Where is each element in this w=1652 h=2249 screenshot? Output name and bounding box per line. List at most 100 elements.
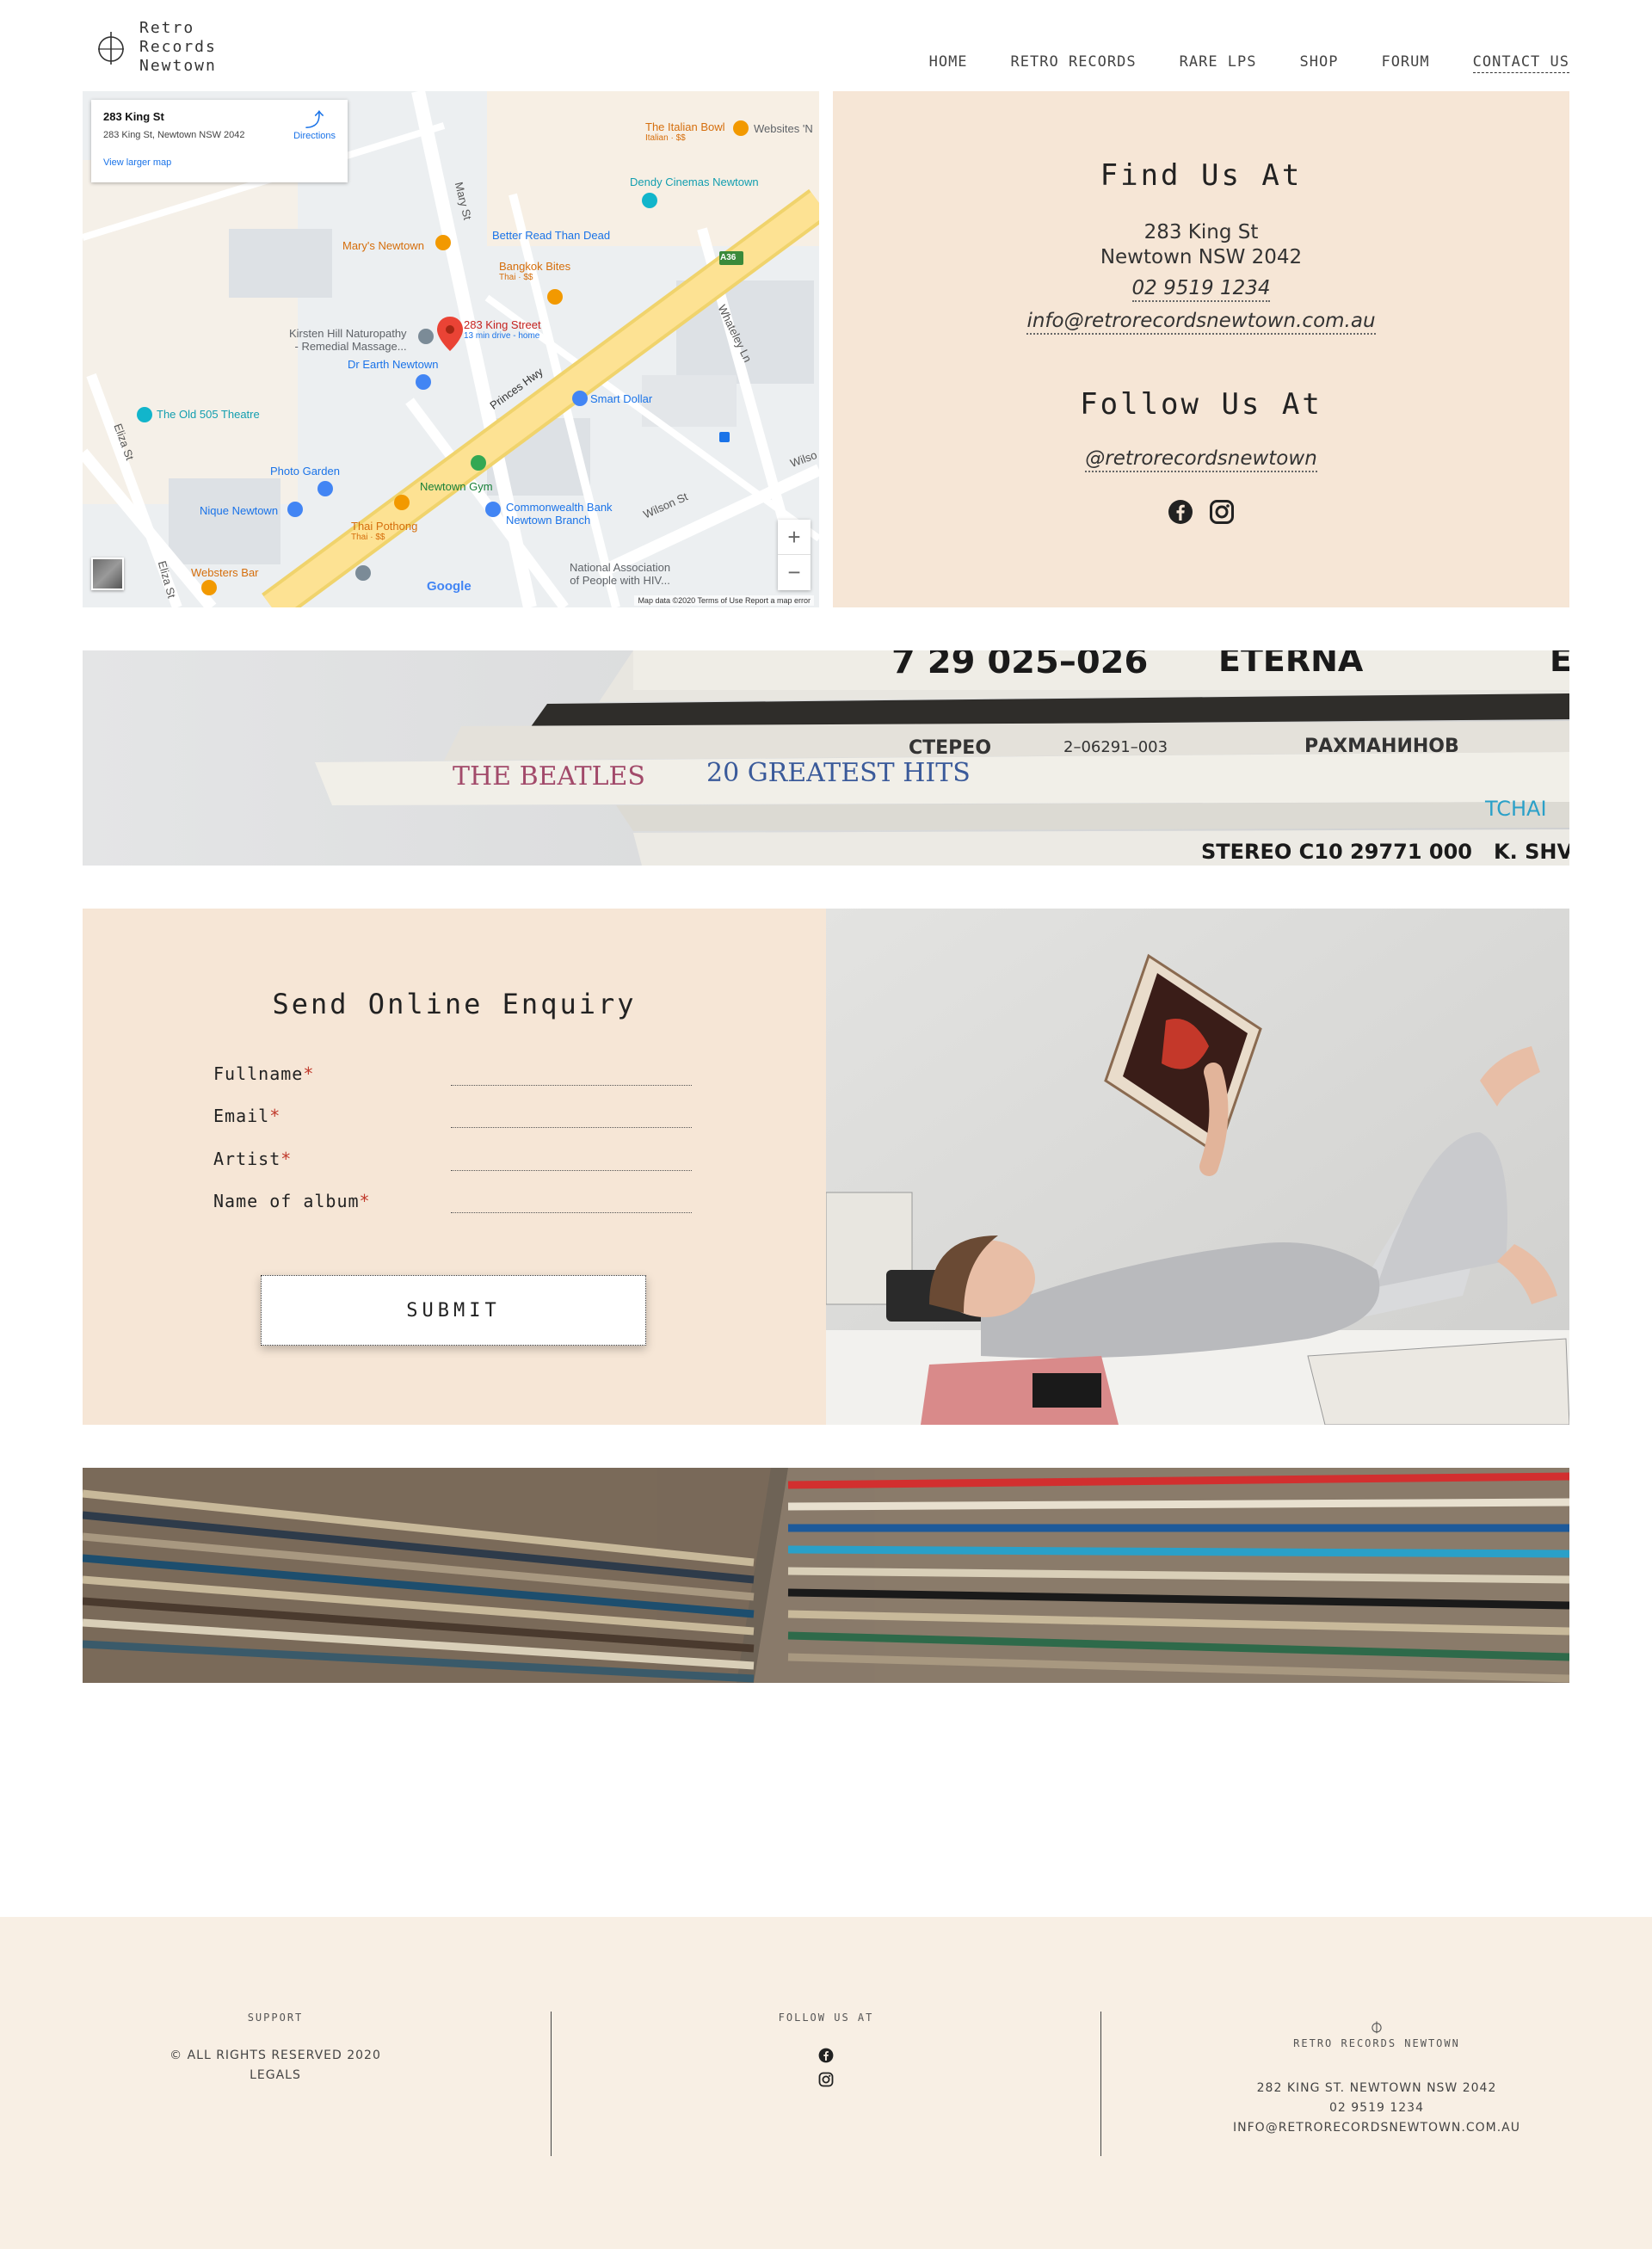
album-input[interactable] [451, 1186, 692, 1213]
map-attribution[interactable]: Map data ©2020 Terms of Use Report a map… [634, 595, 814, 606]
poi-cba[interactable]: Commonwealth Bank Newtown Branch [506, 501, 613, 527]
google-logo: Google [427, 579, 472, 594]
album-label: Name of album* [213, 1191, 371, 1211]
spine-catalog-number: 7 29 025–026 [891, 650, 1148, 681]
facebook-icon[interactable] [1168, 499, 1193, 525]
enquiry-heading: Send Online Enquiry [272, 988, 637, 1020]
poi-napwha-label-2: of People with HIV... [570, 574, 670, 587]
address-line-1: 283 King St [1143, 221, 1259, 243]
poi-kirsten[interactable]: Kirsten Hill Naturopathy - Remedial Mass… [289, 327, 407, 353]
follow-us-heading: Follow Us At [1080, 387, 1322, 422]
spine-tchai: TCHAI [1484, 797, 1547, 821]
google-logo-text: Google [427, 579, 472, 594]
logo-line-2: Records [139, 38, 217, 56]
fullname-field: Fullname* [213, 1055, 695, 1089]
poi-italian-bowl[interactable]: The Italian Bowl Italian · $$ [645, 120, 725, 143]
footer-legals-link[interactable]: LEGALS [0, 2066, 551, 2086]
main-nav: HOME RETRO RECORDS RARE LPS SHOP FORUM C… [929, 53, 1569, 73]
find-us-address: 283 King St Newtown NSW 2042 [833, 220, 1569, 270]
nav-contact-us[interactable]: CONTACT US [1472, 53, 1569, 73]
poi-bangkok-label: Bangkok Bites [499, 260, 571, 273]
submit-button[interactable]: SUBMIT [261, 1275, 646, 1346]
directions-button[interactable]: ⤴ Directions [293, 109, 336, 142]
poi-newtown-gym[interactable]: Newtown Gym [420, 480, 493, 493]
zoom-out-button[interactable]: − [778, 555, 811, 590]
required-marker: * [303, 1063, 315, 1084]
enquiry-form: Send Online Enquiry Fullname* Email* Art… [83, 909, 826, 1425]
spine-eterna: ETERNA [1218, 650, 1364, 679]
satellite-toggle[interactable] [91, 558, 124, 590]
poi-cba-label: Commonwealth Bank [506, 501, 613, 514]
email-field: Email* [213, 1097, 695, 1131]
zoom-in-button[interactable]: + [778, 520, 811, 555]
logo-line-3: Newtown [139, 57, 217, 75]
nav-retro-records[interactable]: RETRO RECORDS [1011, 53, 1137, 73]
directions-label: Directions [293, 131, 336, 141]
nav-forum[interactable]: FORUM [1381, 53, 1429, 73]
required-marker: * [359, 1191, 371, 1211]
poi-photo-garden[interactable]: Photo Garden [270, 465, 340, 478]
required-marker: * [269, 1106, 281, 1126]
logo-mark-icon [1372, 2021, 1382, 2034]
poi-napwha[interactable]: National Association of People with HIV.… [570, 561, 670, 587]
poi-thai-pothong-label: Thai Pothong [351, 520, 418, 533]
footer-follow-col: FOLLOW US AT [551, 2012, 1101, 2087]
required-marker: * [280, 1149, 293, 1169]
poi-websters[interactable]: Websters Bar [191, 566, 259, 579]
poi-kirsten-label-2: - Remedial Massage... [294, 340, 407, 353]
listener-photo-image [826, 909, 1569, 1425]
footer-email-link[interactable]: INFO@RETRORECORDSNEWTOWN.COM.AU [1101, 2118, 1652, 2138]
poi-thai-pothong[interactable]: Thai Pothong Thai · $$ [351, 520, 417, 542]
record-crate-banner [83, 1468, 1569, 1683]
directions-icon: ⤴ [305, 109, 324, 131]
email-link[interactable]: info@retrorecordsnewtown.com.au [1026, 310, 1376, 335]
fullname-label-text: Fullname [213, 1063, 304, 1084]
map-marker-label[interactable]: 283 King Street 13 min drive - home [464, 318, 541, 341]
listener-photo [826, 909, 1569, 1425]
logo-mark-icon [98, 32, 124, 65]
find-us-heading: Find Us At [1100, 158, 1303, 193]
poi-dr-earth[interactable]: Dr Earth Newtown [348, 358, 438, 371]
artist-field: Artist* [213, 1140, 695, 1174]
nav-home[interactable]: HOME [929, 53, 968, 73]
poi-old-505[interactable]: The Old 505 Theatre [157, 408, 260, 421]
instagram-icon[interactable] [818, 2072, 834, 2087]
poi-bangkok[interactable]: Bangkok Bites Thai · $$ [499, 260, 570, 282]
poi-smart-dollar[interactable]: Smart Dollar [590, 392, 652, 405]
poi-marys[interactable]: Mary's Newtown [342, 239, 424, 252]
nav-shop[interactable]: SHOP [1300, 53, 1339, 73]
spine-catalog-2: 2–06291–003 [1063, 738, 1168, 756]
footer-support-title: SUPPORT [247, 2012, 304, 2024]
nav-rare-lps[interactable]: RARE LPS [1180, 53, 1257, 73]
google-map[interactable]: 283 King St 283 King St, Newtown NSW 204… [83, 91, 819, 607]
poi-kirsten-label: Kirsten Hill Naturopathy [289, 327, 407, 340]
footer-social-links [551, 2048, 1101, 2087]
footer-follow-title: FOLLOW US AT [778, 2012, 874, 2024]
map-zoom-controls: + − [778, 520, 811, 590]
poi-nique[interactable]: Nique Newtown [200, 504, 278, 517]
poi-websites[interactable]: Websites 'N [754, 122, 813, 135]
find-us-panel: Find Us At 283 King St Newtown NSW 2042 … [833, 91, 1569, 607]
email-input[interactable] [451, 1100, 692, 1128]
map-marker-sub: 13 min drive - home [464, 331, 540, 341]
artist-input[interactable] [451, 1143, 692, 1171]
site-logo[interactable]: Retro Records Newtown [95, 17, 241, 77]
spine-rachmaninov: РАХМАНИНОВ [1304, 736, 1459, 757]
footer-phone-link[interactable]: 02 9519 1234 [1101, 2098, 1652, 2118]
album-field: Name of album* [213, 1182, 695, 1217]
fullname-input[interactable] [451, 1058, 692, 1086]
poi-italian-bowl-sub: Italian · $$ [645, 133, 686, 143]
spine-stereo-cyrillic: СТЕРЕО [909, 737, 991, 759]
footer-brand-title: RETRO RECORDS NEWTOWN [1293, 2037, 1460, 2049]
phone-link[interactable]: 02 9519 1234 [1131, 277, 1271, 302]
email-label: Email* [213, 1106, 280, 1126]
poi-dendy[interactable]: Dendy Cinemas Newtown [630, 176, 759, 188]
address-line-2: Newtown NSW 2042 [1100, 246, 1303, 268]
view-larger-map-link[interactable]: View larger map [103, 157, 336, 168]
poi-better-read[interactable]: Better Read Than Dead [492, 229, 610, 242]
footer-brand-col: RETRO RECORDS NEWTOWN 282 KING ST. NEWTO… [1101, 2020, 1652, 2138]
instagram-icon[interactable] [1209, 499, 1235, 525]
instagram-handle-link[interactable]: @retrorecordsnewtown [1085, 447, 1317, 472]
facebook-icon[interactable] [818, 2048, 834, 2063]
poi-cba-label-2: Newtown Branch [506, 514, 591, 527]
